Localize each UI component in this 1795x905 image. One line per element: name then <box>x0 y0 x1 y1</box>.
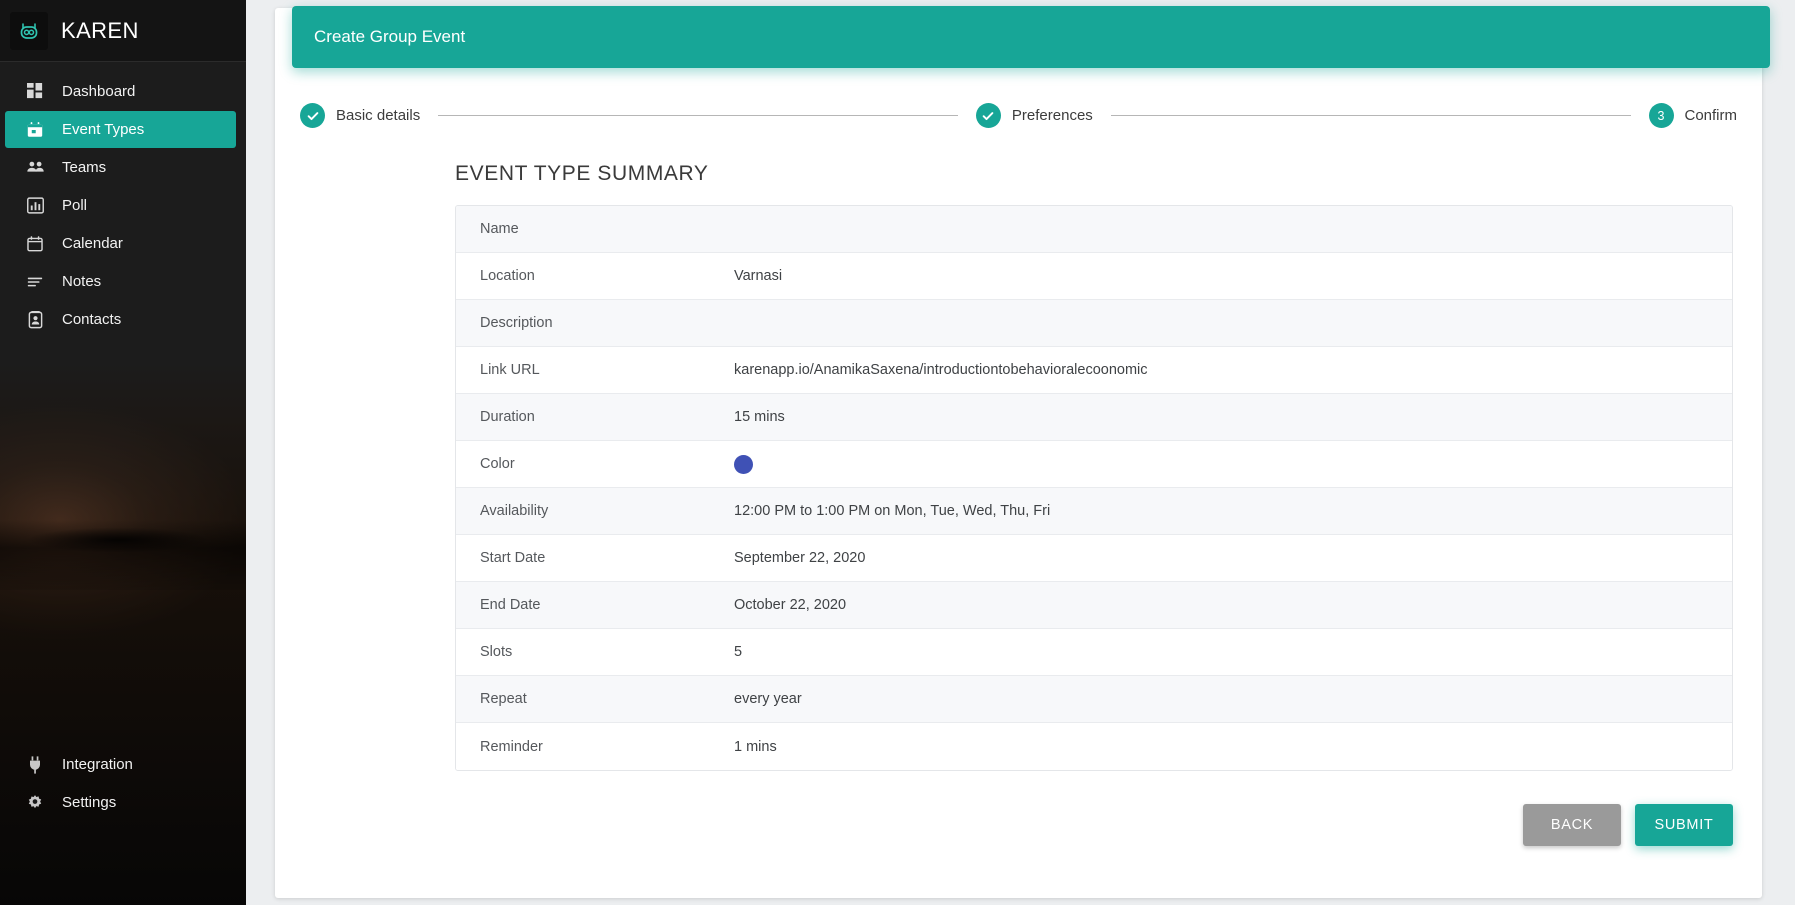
create-group-event-card: Create Group Event Basic details Prefere… <box>275 6 1770 898</box>
step-label: Preferences <box>1011 107 1093 124</box>
lines-notes-icon <box>24 271 46 293</box>
row-key: Color <box>480 456 515 472</box>
row-key: Name <box>480 221 519 237</box>
row-key: Description <box>480 315 553 331</box>
table-row: Color <box>456 441 1732 488</box>
table-row: Description <box>456 300 1732 347</box>
brand[interactable]: KAREN <box>0 0 246 62</box>
sidebar-item-label: Poll <box>62 197 88 214</box>
row-value: September 22, 2020 <box>734 550 866 566</box>
brand-name: KAREN <box>61 17 139 43</box>
step-number-badge: 3 <box>1648 103 1674 128</box>
table-row: Start Date September 22, 2020 <box>456 535 1732 582</box>
row-key: End Date <box>480 597 541 613</box>
card-actions: BACK SUBMIT <box>275 771 1762 846</box>
step-confirm[interactable]: 3 Confirm <box>1648 103 1738 128</box>
row-key: Slots <box>480 644 513 660</box>
sidebar-item-poll[interactable]: Poll <box>5 187 236 224</box>
row-value <box>734 454 1732 474</box>
sidebar-item-label: Teams <box>62 159 107 176</box>
row-value: 12:00 PM to 1:00 PM on Mon, Tue, Wed, Th… <box>734 503 1051 519</box>
sidebar-item-label: Dashboard <box>62 83 136 100</box>
sidebar-item-label: Contacts <box>62 311 122 328</box>
row-key: Reminder <box>480 738 543 755</box>
table-row: End Date October 22, 2020 <box>456 582 1732 629</box>
table-row: Availability 12:00 PM to 1:00 PM on Mon,… <box>456 488 1732 535</box>
page-title: Create Group Event <box>314 27 466 46</box>
table-row: Link URL karenapp.io/AnamikaSaxena/intro… <box>456 347 1732 394</box>
row-key: Start Date <box>480 550 546 566</box>
sidebar-item-label: Notes <box>62 273 102 290</box>
table-row: Location Varnasi <box>456 253 1732 300</box>
table-row: Repeat every year <box>456 676 1732 723</box>
sidebar-bottom-nav: Integration Settings <box>0 745 246 822</box>
row-value-link-url: karenapp.io/AnamikaSaxena/introductionto… <box>734 362 1148 378</box>
main-content: Create Group Event Basic details Prefere… <box>246 0 1795 905</box>
sidebar-item-contacts[interactable]: Contacts <box>5 301 236 338</box>
submit-button[interactable]: SUBMIT <box>1635 804 1733 846</box>
sidebar-nav: Dashboard Event Types Teams Poll Calenda… <box>0 62 246 338</box>
check-icon <box>975 103 1001 128</box>
step-basic-details[interactable]: Basic details <box>300 103 420 128</box>
row-value: October 22, 2020 <box>734 597 847 613</box>
people-group-icon <box>24 157 46 179</box>
row-value: Varnasi <box>734 268 783 284</box>
app-root: KAREN Dashboard Event Types Teams Poll C… <box>0 0 1795 905</box>
card-header: Create Group Event <box>292 6 1770 68</box>
row-value: 15 mins <box>734 409 785 425</box>
sidebar-item-calendar[interactable]: Calendar <box>5 225 236 262</box>
sidebar-item-integration[interactable]: Integration <box>5 746 236 783</box>
table-row: Duration 15 mins <box>456 394 1732 441</box>
sidebar-item-label: Settings <box>62 794 117 811</box>
row-value: 5 <box>734 644 743 660</box>
step-connector-1 <box>438 115 958 116</box>
step-label: Basic details <box>336 107 421 124</box>
row-value: 1 mins <box>734 738 777 755</box>
sidebar-item-settings[interactable]: Settings <box>5 784 236 821</box>
sidebar-item-label: Integration <box>62 756 133 773</box>
plug-icon <box>24 754 46 776</box>
bar-chart-icon <box>24 195 46 217</box>
summary-title: EVENT TYPE SUMMARY <box>455 162 709 185</box>
color-swatch <box>734 454 753 474</box>
row-key: Location <box>480 268 535 284</box>
sidebar-item-label: Event Types <box>62 121 145 138</box>
step-label: Confirm <box>1684 107 1738 124</box>
sidebar-item-label: Calendar <box>62 235 123 252</box>
row-key: Availability <box>480 503 549 519</box>
table-row: Name <box>456 206 1732 253</box>
row-key: Repeat <box>480 691 527 707</box>
sidebar-item-dashboard[interactable]: Dashboard <box>5 73 236 110</box>
event-type-summary-table: Name Location Varnasi Description Link U… <box>455 205 1733 771</box>
robot-head-icon <box>10 11 48 50</box>
sidebar-item-notes[interactable]: Notes <box>5 263 236 300</box>
table-row: Reminder 1 mins <box>456 723 1732 770</box>
step-connector-2 <box>1110 115 1631 116</box>
calendar-event-icon <box>24 119 46 141</box>
sidebar-item-teams[interactable]: Teams <box>5 149 236 186</box>
row-value: every year <box>734 691 802 707</box>
contact-card-icon <box>24 309 46 331</box>
table-row: Slots 5 <box>456 629 1732 676</box>
calendar-icon <box>24 233 46 255</box>
back-button[interactable]: BACK <box>1523 804 1621 846</box>
step-preferences[interactable]: Preferences <box>975 103 1093 128</box>
row-key: Duration <box>480 409 535 425</box>
check-icon <box>300 103 325 128</box>
sidebar-item-event-types[interactable]: Event Types <box>5 111 236 148</box>
dashboard-grid-icon <box>24 81 46 103</box>
gear-icon <box>24 792 46 814</box>
row-key: Link URL <box>480 362 540 378</box>
summary-section: EVENT TYPE SUMMARY Name Location Varnasi… <box>275 128 1762 771</box>
sidebar: KAREN Dashboard Event Types Teams Poll C… <box>0 0 246 905</box>
